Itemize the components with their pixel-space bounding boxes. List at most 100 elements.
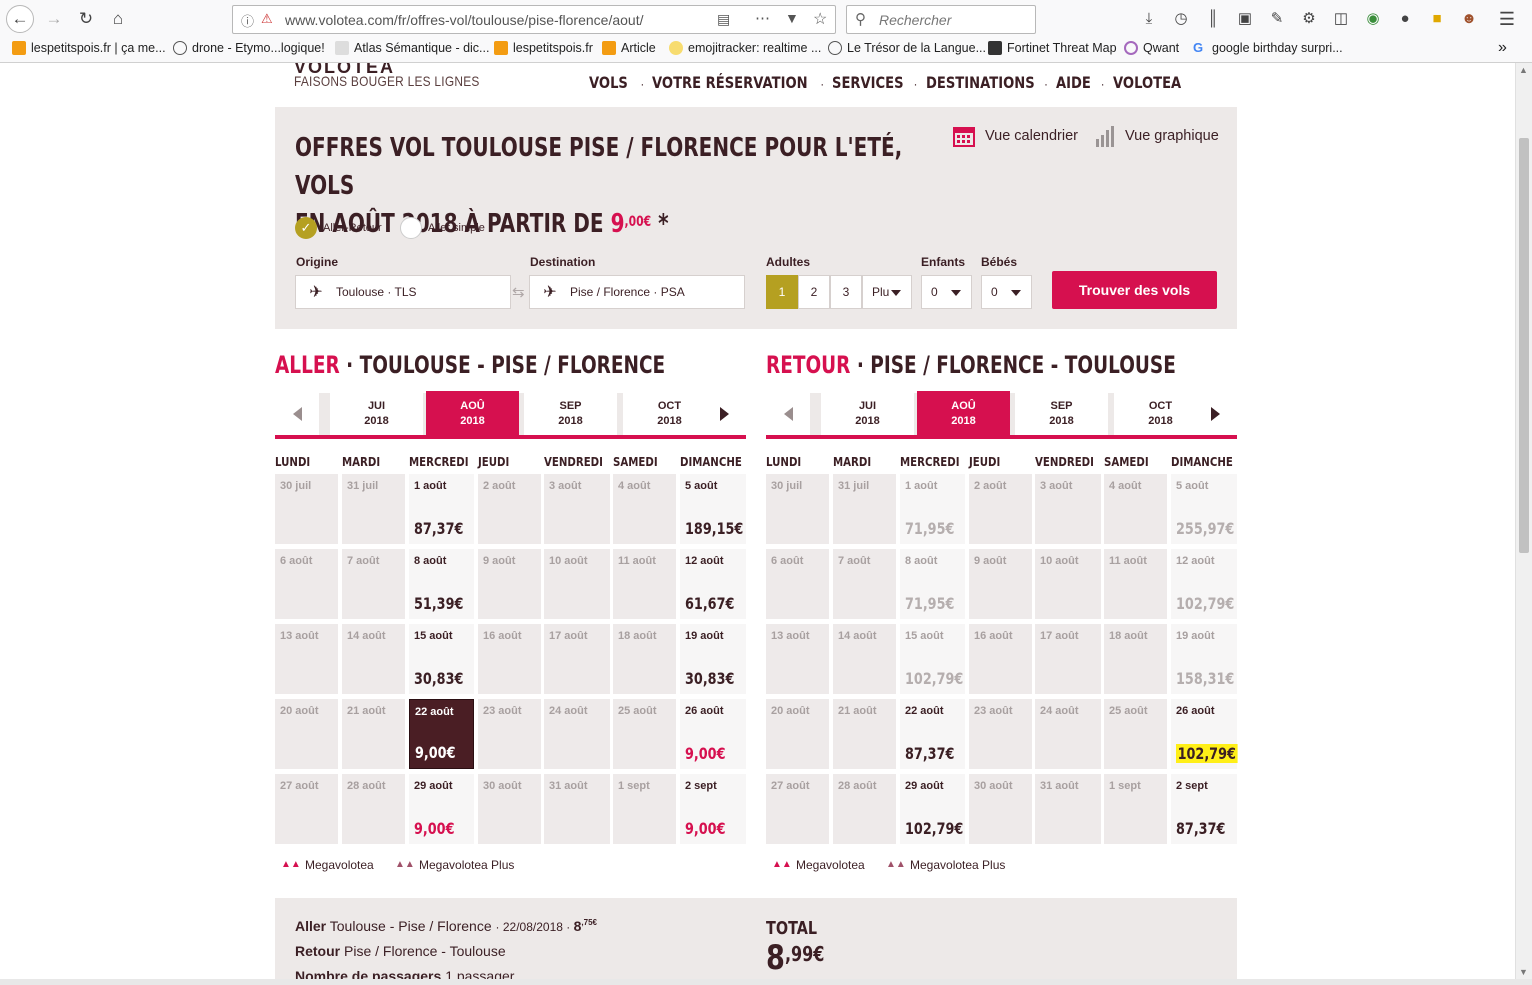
download-icon[interactable]: ⤓: [1139, 9, 1159, 29]
day-cell-available[interactable]: 1 août 87,37€: [409, 474, 474, 544]
search-input[interactable]: ⚲ Rechercher: [846, 5, 1036, 34]
extension-lock-icon[interactable]: ■: [1427, 9, 1447, 29]
adults-more-select[interactable]: Plu: [862, 275, 912, 309]
scroll-up-icon[interactable]: ▲: [1519, 65, 1528, 75]
day-cell-available[interactable]: 12 août 61,67€: [680, 549, 746, 619]
settings-icon[interactable]: ⚙: [1299, 9, 1319, 29]
emoji-icon: [669, 41, 683, 55]
adults-option-2[interactable]: 2: [798, 275, 830, 309]
bookmark-item[interactable]: emojitracker: realtime ...: [669, 41, 821, 55]
more-icon[interactable]: ⋯: [755, 9, 770, 27]
next-month-button[interactable]: [702, 393, 746, 435]
bookmark-item[interactable]: drone - Etymo...logique!: [173, 41, 325, 55]
adults-option-1[interactable]: 1: [766, 275, 798, 309]
outbound-title: ALLER · TOULOUSE - PISE / FLORENCE: [275, 351, 665, 379]
calendar-view-link[interactable]: Vue calendrier: [953, 125, 1078, 147]
bookmark-item[interactable]: Le Trésor de la Langue...: [828, 41, 986, 55]
day-date: 3 août: [1040, 480, 1073, 492]
bookmark-item[interactable]: Article: [602, 41, 656, 55]
vertical-scrollbar[interactable]: ▲ ▼: [1515, 63, 1532, 979]
bookmarks-overflow-icon[interactable]: »: [1498, 39, 1507, 57]
day-cell-available[interactable]: 8 août 71,95€: [900, 549, 965, 619]
history-icon[interactable]: ◷: [1171, 9, 1191, 29]
google-icon: G: [1193, 40, 1204, 55]
back-icon[interactable]: ←: [6, 5, 34, 33]
day-cell-available[interactable]: 19 août 30,83€: [680, 624, 746, 694]
next-month-button[interactable]: [1193, 393, 1237, 435]
month-tab[interactable]: SEP 2018: [524, 393, 617, 435]
origin-field[interactable]: ✈ Toulouse · TLS: [295, 275, 511, 309]
day-cell-available[interactable]: 26 août 9,00€: [680, 699, 746, 769]
oneway-radio[interactable]: Aller simple: [400, 217, 485, 239]
scroll-thumb[interactable]: [1519, 138, 1529, 553]
swap-icon[interactable]: ⇆: [512, 283, 525, 301]
pen-icon[interactable]: ✎: [1267, 9, 1287, 29]
day-cell-available[interactable]: 5 août 189,15€: [680, 474, 746, 544]
day-cell-available[interactable]: 1 août 71,95€: [900, 474, 965, 544]
destination-field[interactable]: ✈ Pise / Florence · PSA: [529, 275, 745, 309]
month-tab[interactable]: SEP 2018: [1015, 393, 1108, 435]
bookmark-item[interactable]: Atlas Sémantique - dic...: [335, 41, 489, 55]
babies-select[interactable]: 0: [981, 275, 1032, 309]
day-cell-available[interactable]: 22 août 9,00€: [409, 699, 474, 769]
day-cell-available[interactable]: 15 août 30,83€: [409, 624, 474, 694]
day-cell-available[interactable]: 22 août 87,37€: [900, 699, 965, 769]
day-cell-available[interactable]: 26 août 102,79€: [1171, 699, 1238, 769]
summary-return: Retour Pise / Florence - Toulouse: [295, 943, 506, 959]
nav-volotea[interactable]: VOLOTEA: [1113, 73, 1181, 92]
screenshot-icon[interactable]: ▣: [1235, 9, 1255, 29]
reader-icon[interactable]: ▤: [717, 11, 730, 28]
nav-aide[interactable]: AIDE: [1056, 73, 1091, 92]
avatar-icon[interactable]: ☻: [1459, 9, 1479, 29]
prev-month-button[interactable]: [275, 393, 319, 435]
day-cell-available[interactable]: 15 août 102,79€: [900, 624, 965, 694]
bookmark-item[interactable]: Ggoogle birthday surpri...: [1193, 40, 1343, 56]
bookmark-item[interactable]: Qwant: [1124, 41, 1179, 55]
day-cell-available[interactable]: 2 sept 9,00€: [680, 774, 746, 844]
day-cell-available[interactable]: 29 août 9,00€: [409, 774, 474, 844]
forward-icon[interactable]: →: [40, 5, 68, 33]
day-cell-available[interactable]: 19 août 158,31€: [1171, 624, 1237, 694]
nav-destinations[interactable]: DESTINATIONS: [926, 73, 1035, 92]
horizontal-scrollbar[interactable]: [0, 979, 1532, 985]
menu-icon[interactable]: ☰: [1497, 9, 1517, 29]
nav-vols[interactable]: VOLS: [589, 73, 628, 92]
reload-icon[interactable]: ↻: [72, 5, 100, 33]
day-cell: 16 août: [969, 624, 1032, 694]
info-icon[interactable]: ⓘ: [241, 11, 254, 30]
sidebar-icon[interactable]: ◫: [1331, 9, 1351, 29]
bookmark-item[interactable]: Fortinet Threat Map: [988, 41, 1117, 55]
extension-globe-icon[interactable]: ◉: [1363, 9, 1383, 29]
nav-reservation[interactable]: VOTRE RÉSERVATION: [652, 73, 808, 92]
prev-month-button[interactable]: [766, 393, 810, 435]
day-cell-available[interactable]: 12 août 102,79€: [1171, 549, 1237, 619]
children-select[interactable]: 0: [921, 275, 972, 309]
pocket-icon[interactable]: ▼: [785, 10, 799, 26]
roundtrip-radio[interactable]: ✓ Aller-Retour: [295, 217, 382, 239]
home-icon[interactable]: ⌂: [104, 5, 132, 33]
legend-label: Megavolotea Plus: [419, 858, 515, 872]
day-cell-available[interactable]: 8 août 51,39€: [409, 549, 474, 619]
nav-services[interactable]: SERVICES: [832, 73, 904, 92]
scroll-down-icon[interactable]: ▼: [1519, 967, 1528, 977]
day-date: 26 août: [1176, 705, 1215, 717]
bookmark-item[interactable]: lespetitspois.fr: [494, 41, 593, 55]
month-tab[interactable]: JUI 2018: [330, 393, 423, 435]
day-cell-available[interactable]: 29 août 102,79€: [900, 774, 965, 844]
day-cell-available[interactable]: 5 août 255,97€: [1171, 474, 1237, 544]
month-tab-active[interactable]: AOÛ 2018: [917, 391, 1010, 437]
bookmark-item[interactable]: lespetitspois.fr | ça me...: [12, 41, 166, 55]
chart-view-link[interactable]: Vue graphique: [1095, 125, 1219, 147]
library-icon[interactable]: ║: [1203, 9, 1223, 29]
find-flights-button[interactable]: Trouver des vols: [1052, 271, 1217, 309]
bookmark-star-icon[interactable]: ☆: [813, 9, 827, 29]
month-tab-active[interactable]: AOÛ 2018: [426, 391, 519, 437]
search-icon: ⚲: [855, 11, 866, 28]
adults-option-3[interactable]: 3: [830, 275, 862, 309]
day-cell-available[interactable]: 2 sept 87,37€: [1171, 774, 1237, 844]
search-panel: OFFRES VOL TOULOUSE PISE / FLORENCE POUR…: [275, 107, 1237, 329]
extension-users-icon[interactable]: ●: [1395, 9, 1415, 29]
month-tab[interactable]: JUI 2018: [821, 393, 914, 435]
day-cell: 31 août: [1035, 774, 1101, 844]
url-bar[interactable]: ⓘ ⚠ www.volotea.com/fr/offres-vol/toulou…: [232, 5, 836, 34]
